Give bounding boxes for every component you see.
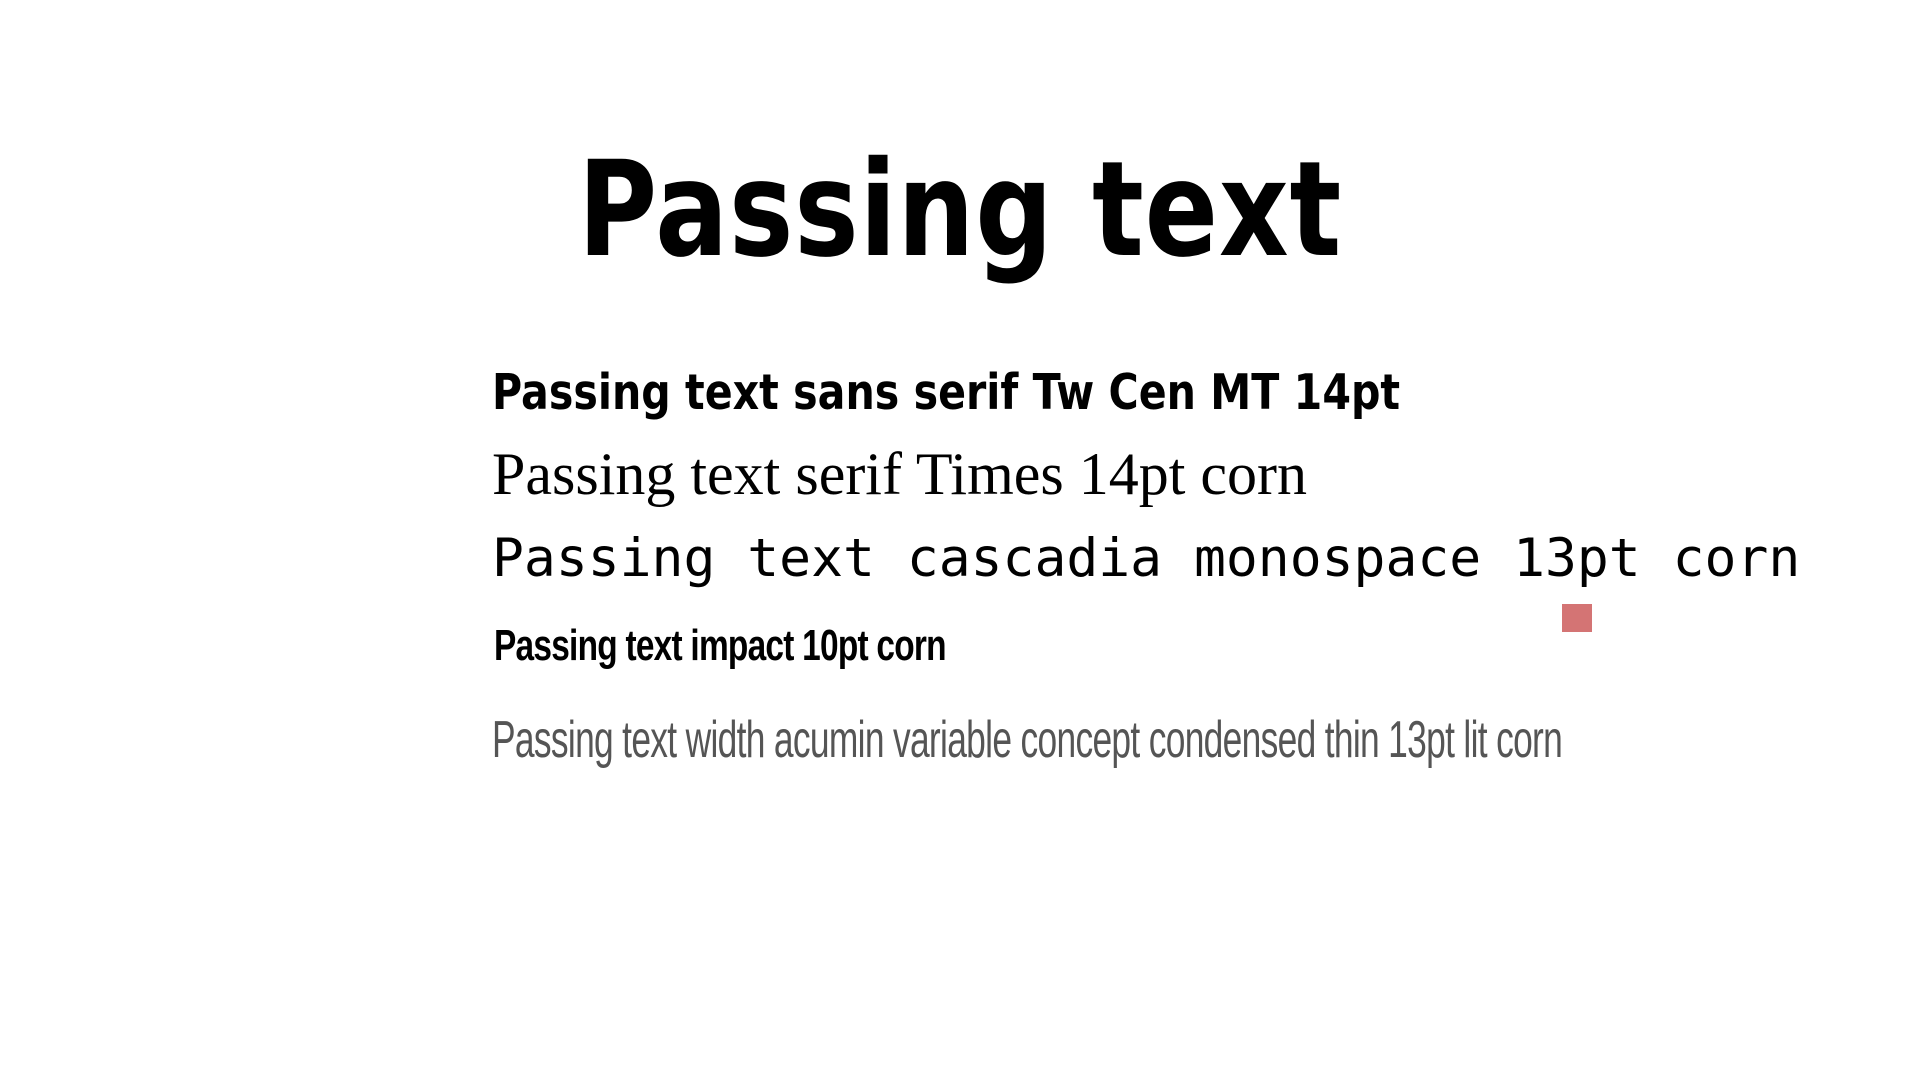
text-line-sans-serif: Passing text sans serif Tw Cen MT 14pt	[492, 364, 1401, 421]
red-square-marker	[1562, 604, 1592, 632]
text-line-condensed-thin: Passing text width acumin variable conce…	[492, 711, 1563, 769]
text-line-impact: Passing text impact 10pt corn	[494, 621, 947, 670]
slide-canvas: Passing text Passing text sans serif Tw …	[0, 0, 1920, 1080]
text-line-monospace: Passing text cascadia monospace 13pt cor…	[492, 528, 1801, 589]
slide-title: Passing text	[577, 133, 1343, 287]
text-line-serif: Passing text serif Times 14pt corn	[492, 441, 1308, 507]
